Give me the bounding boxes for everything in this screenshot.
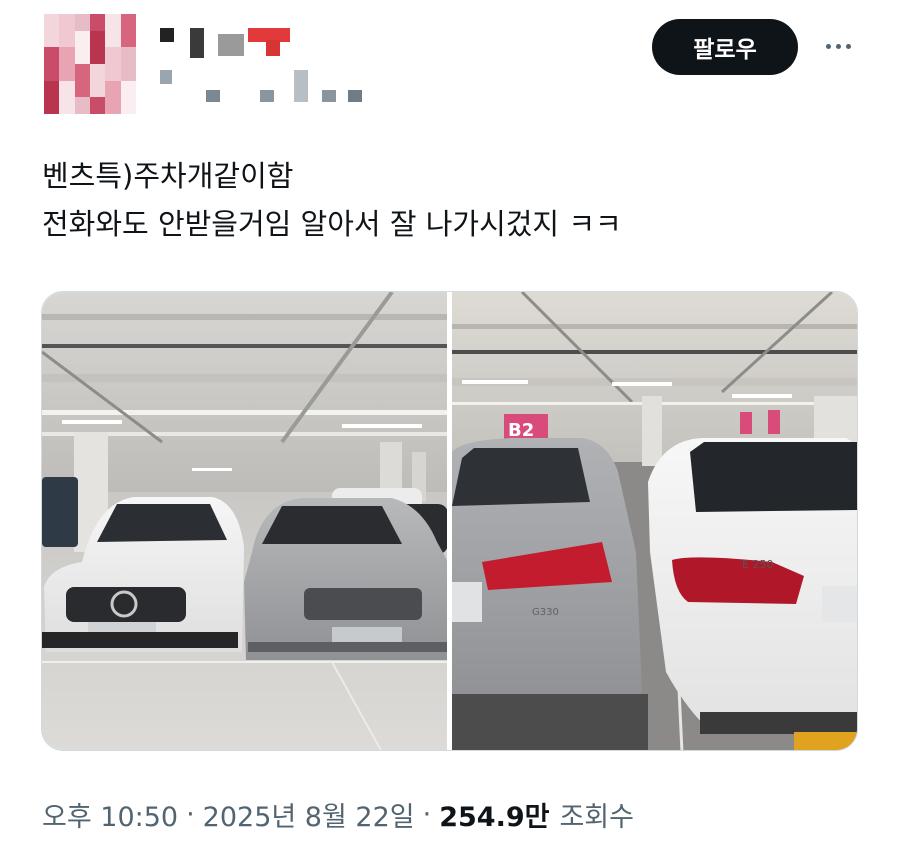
avatar-pixel xyxy=(89,30,106,48)
avatar-pixel xyxy=(120,80,136,98)
avatar-pixel xyxy=(105,47,121,64)
parking-photo-right: B2 G330 E 250 xyxy=(452,292,857,750)
avatar-pixel xyxy=(120,30,136,48)
avatar-pixel xyxy=(74,30,90,48)
views-count: 254.9만 xyxy=(439,802,550,833)
handle-blurred[interactable] xyxy=(160,70,370,106)
avatar-pixel xyxy=(44,14,60,31)
tweet-meta: 오후 10:50 · 2025년 8월 22일 · 254.9만 조회수 xyxy=(42,795,634,834)
zone-sign-text: B2 xyxy=(508,420,534,441)
avatar-pixel xyxy=(74,14,90,31)
avatar-pixel xyxy=(44,97,60,114)
avatar-pixel xyxy=(44,80,60,98)
avatar-pixel xyxy=(105,30,121,48)
meta-separator: · xyxy=(422,799,432,830)
photo-left-parking[interactable] xyxy=(42,292,447,750)
more-options-icon[interactable] xyxy=(818,28,858,64)
avatar-pixel xyxy=(120,63,136,81)
more-dot xyxy=(835,43,841,49)
avatar-pixel xyxy=(74,47,90,64)
avatar-pixel xyxy=(44,30,60,48)
avatar-pixel xyxy=(89,47,106,64)
tweet-time[interactable]: 오후 10:50 xyxy=(42,795,178,834)
more-dot xyxy=(825,43,831,49)
avatar-pixel xyxy=(89,63,106,81)
avatar-pixel xyxy=(89,80,106,98)
tweet-line-2: 전화와도 안받을거임 알아서 잘 나가시겄지 ㅋㅋ xyxy=(42,207,622,241)
avatar-pixel xyxy=(120,97,136,114)
avatar-pixel xyxy=(44,47,60,64)
avatar-pixel xyxy=(89,14,106,31)
tweet-line-1: 벤츠특)주차개같이함 xyxy=(42,159,294,193)
avatar-pixel xyxy=(59,14,75,31)
avatar-pixel xyxy=(105,97,121,114)
display-name-blurred[interactable] xyxy=(160,28,300,58)
avatar-pixel xyxy=(120,14,136,31)
avatar-pixel xyxy=(74,97,90,114)
avatar-pixel xyxy=(105,80,121,98)
avatar-pixel xyxy=(59,97,75,114)
avatar-pixel xyxy=(59,30,75,48)
avatar-pixel xyxy=(74,63,90,81)
tweet-media[interactable]: B2 G330 E 250 xyxy=(41,291,858,751)
avatar-pixel xyxy=(89,97,106,114)
views-label: 조회수 xyxy=(559,802,634,833)
more-dot xyxy=(845,43,851,49)
follow-button[interactable]: 팔로우 xyxy=(652,19,798,75)
avatar-pixel xyxy=(59,47,75,64)
tweet-text: 벤츠특)주차개같이함 전화와도 안받을거임 알아서 잘 나가시겄지 ㅋㅋ xyxy=(42,152,862,248)
avatar-pixel xyxy=(44,63,60,81)
avatar-blurred[interactable] xyxy=(44,14,136,114)
photo-right-parking[interactable]: B2 G330 E 250 xyxy=(452,292,857,750)
avatar-pixel xyxy=(59,80,75,98)
avatar-pixel xyxy=(105,14,121,31)
badge-e250: E 250 xyxy=(742,558,773,571)
parking-photo-left xyxy=(42,292,447,750)
avatar-pixel xyxy=(120,47,136,64)
meta-separator: · xyxy=(186,799,195,830)
avatar-pixel xyxy=(105,63,121,81)
avatar-pixel xyxy=(74,80,90,98)
avatar-pixel xyxy=(59,63,75,81)
badge-g330: G330 xyxy=(532,607,559,618)
tweet-date[interactable]: 2025년 8월 22일 xyxy=(203,795,415,834)
